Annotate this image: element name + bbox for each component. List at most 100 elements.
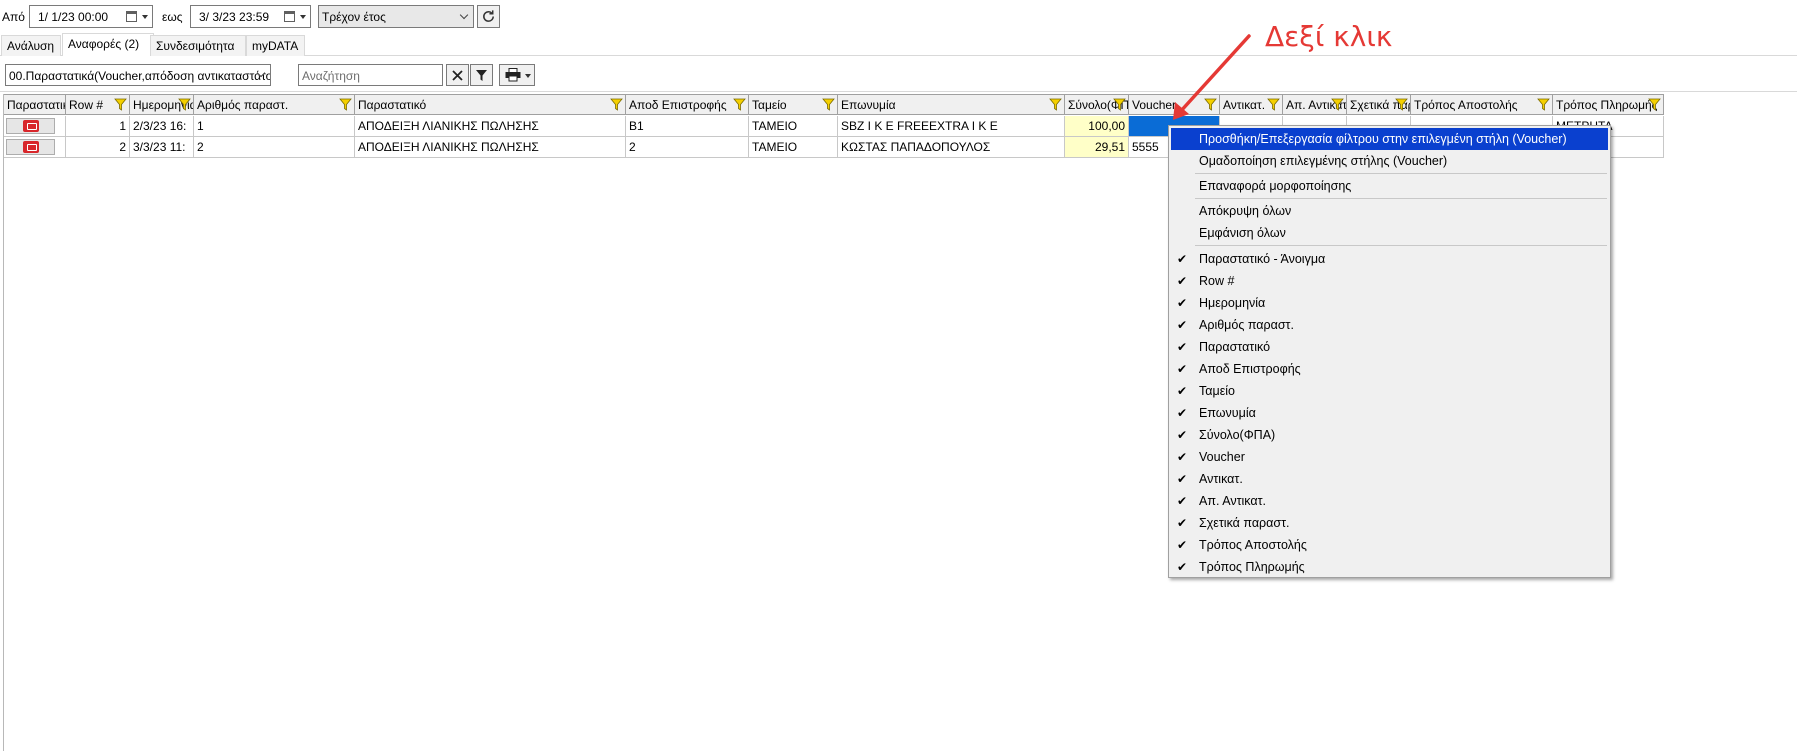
cell-name[interactable]: SBZ I K E FREEEXTRA I K E xyxy=(838,116,1065,137)
cell-document[interactable]: ΑΠΟΔΕΙΞΗ ΛΙΑΝΙΚΗΣ ΠΩΛΗΣΗΣ xyxy=(355,116,626,137)
menu-item-toggle-column[interactable]: ✔ Παραστατικό xyxy=(1171,336,1608,358)
filter-icon[interactable] xyxy=(178,98,191,111)
dropdown-arrow-icon[interactable] xyxy=(142,15,148,19)
column-header[interactable]: Επωνυμία xyxy=(838,94,1065,115)
dropdown-arrow-icon[interactable] xyxy=(300,15,306,19)
menu-item-toggle-column[interactable]: ✔ Επωνυμία xyxy=(1171,402,1608,424)
menu-item-toggle-column[interactable]: ✔ Ημερομηνία xyxy=(1171,292,1608,314)
check-icon: ✔ xyxy=(1177,472,1188,486)
from-date-picker[interactable]: 1/ 1/23 00:00 xyxy=(29,5,153,28)
column-header[interactable]: Voucher xyxy=(1129,94,1220,115)
menu-item-hide-all[interactable]: Απόκρυψη όλων xyxy=(1171,200,1608,222)
filter-button[interactable] xyxy=(470,64,493,86)
cell-cashier[interactable]: ΤΑΜΕΙΟ xyxy=(749,137,838,158)
column-header[interactable]: Αριθμός παραστ. xyxy=(194,94,355,115)
cell-date[interactable]: 2/3/23 16: xyxy=(130,116,194,137)
cell-total[interactable]: 100,00 xyxy=(1065,116,1129,137)
column-header[interactable]: Σύνολο(ΦΠΑ) xyxy=(1065,94,1129,115)
menu-item-toggle-column[interactable]: ✔ Αποδ Επιστροφής xyxy=(1171,358,1608,380)
menu-item-toggle-column[interactable]: ✔ Παραστατικό - Άνοιγμα xyxy=(1171,248,1608,270)
column-header[interactable]: Ημερομηνία xyxy=(130,94,194,115)
check-icon: ✔ xyxy=(1177,406,1188,420)
check-icon: ✔ xyxy=(1177,340,1188,354)
menu-item-toggle-column[interactable]: ✔ Αντικατ. xyxy=(1171,468,1608,490)
filter-icon[interactable] xyxy=(1049,98,1062,111)
column-header[interactable]: Παραστατικό - Άνοιγμα xyxy=(4,94,66,115)
column-header[interactable]: Ταμείο xyxy=(749,94,838,115)
column-header[interactable]: Απ. Αντικατ. xyxy=(1283,94,1347,115)
filter-icon[interactable] xyxy=(1331,98,1344,111)
column-header[interactable]: Παραστατικό xyxy=(355,94,626,115)
menu-item-toggle-column[interactable]: ✔ Row # xyxy=(1171,270,1608,292)
menu-item-group-column[interactable]: Ομαδοποίηση επιλεγμένης στήλης (Voucher) xyxy=(1171,150,1608,172)
cell-return[interactable]: Β1 xyxy=(626,116,749,137)
cell-doc-number[interactable]: 2 xyxy=(194,137,355,158)
menu-item-add-filter[interactable]: Προσθήκη/Επεξεργασία φίλτρου στην επιλεγ… xyxy=(1171,128,1608,150)
to-label: εως xyxy=(162,10,183,24)
filter-icon[interactable] xyxy=(1113,98,1126,111)
filter-icon[interactable] xyxy=(1204,98,1217,111)
menu-item-toggle-column[interactable]: ✔ Voucher xyxy=(1171,446,1608,468)
cell-return[interactable]: 2 xyxy=(626,137,749,158)
column-header[interactable]: Τρόπος Πληρωμής xyxy=(1553,94,1664,115)
menu-item-label: Row # xyxy=(1199,274,1235,288)
filter-icon[interactable] xyxy=(733,98,746,111)
filter-icon[interactable] xyxy=(1537,98,1550,111)
refresh-button[interactable] xyxy=(477,5,500,28)
filter-icon[interactable] xyxy=(822,98,835,111)
menu-item-label: Σχετικά παραστ. xyxy=(1199,516,1290,530)
menu-separator xyxy=(1195,198,1607,199)
cell-cashier[interactable]: ΤΑΜΕΙΟ xyxy=(749,116,838,137)
filter-icon[interactable] xyxy=(339,98,352,111)
calendar-icon[interactable] xyxy=(126,11,137,22)
filter-icon[interactable] xyxy=(1648,98,1661,111)
check-icon: ✔ xyxy=(1177,252,1188,266)
dropdown-arrow-icon[interactable] xyxy=(525,74,531,78)
menu-item-reset-format[interactable]: Επαναφορά μορφοποίησης xyxy=(1171,175,1608,197)
table-row xyxy=(4,116,66,137)
cell-document[interactable]: ΑΠΟΔΕΙΞΗ ΛΙΑΝΙΚΗΣ ΠΩΛΗΣΗΣ xyxy=(355,137,626,158)
open-document-button[interactable] xyxy=(6,139,55,155)
tab-reports[interactable]: Αναφορές (2) xyxy=(62,33,154,56)
calendar-icon[interactable] xyxy=(284,11,295,22)
filter-icon[interactable] xyxy=(1267,98,1280,111)
clear-search-button[interactable] xyxy=(446,64,469,86)
cell-row-number[interactable]: 2 xyxy=(66,137,130,158)
period-select[interactable]: Τρέχον έτος xyxy=(318,5,474,28)
filter-icon[interactable] xyxy=(1395,98,1408,111)
tab-analysis[interactable]: Ανάλυση xyxy=(1,35,61,56)
filter-icon[interactable] xyxy=(114,98,127,111)
column-header[interactable]: Αποδ Επιστροφής xyxy=(626,94,749,115)
refresh-icon xyxy=(483,10,494,22)
menu-item-toggle-column[interactable]: ✔ Τρόπος Πληρωμής xyxy=(1171,556,1608,578)
cell-doc-number[interactable]: 1 xyxy=(194,116,355,137)
menu-item-toggle-column[interactable]: ✔ Τρόπος Αποστολής xyxy=(1171,534,1608,556)
menu-item-toggle-column[interactable]: ✔ Σχετικά παραστ. xyxy=(1171,512,1608,534)
filter-icon xyxy=(476,69,487,81)
menu-separator xyxy=(1195,173,1607,174)
menu-item-toggle-column[interactable]: ✔ Αριθμός παραστ. xyxy=(1171,314,1608,336)
cell-total[interactable]: 29,51 xyxy=(1065,137,1129,158)
menu-item-toggle-column[interactable]: ✔ Απ. Αντικατ. xyxy=(1171,490,1608,512)
open-document-button[interactable] xyxy=(6,118,55,134)
from-label: Από xyxy=(2,10,25,24)
tab-mydata[interactable]: myDATA xyxy=(246,35,305,56)
to-date-picker[interactable]: 3/ 3/23 23:59 xyxy=(190,5,311,28)
column-header[interactable]: Row # xyxy=(66,94,130,115)
menu-item-label: Τρόπος Πληρωμής xyxy=(1199,560,1305,574)
cell-date[interactable]: 3/3/23 11: xyxy=(130,137,194,158)
search-input[interactable]: Αναζήτηση xyxy=(298,64,443,86)
filter-icon[interactable] xyxy=(610,98,623,111)
menu-item-toggle-column[interactable]: ✔ Σύνολο(ΦΠΑ) xyxy=(1171,424,1608,446)
menu-item-show-all[interactable]: Εμφάνιση όλων xyxy=(1171,222,1608,244)
tab-connectivity[interactable]: Συνδεσιμότητα xyxy=(150,35,246,56)
cell-name[interactable]: ΚΩΣΤΑΣ ΠΑΠΑΔΟΠΟΥΛΟΣ xyxy=(838,137,1065,158)
menu-item-toggle-column[interactable]: ✔ Ταμείο xyxy=(1171,380,1608,402)
close-icon xyxy=(452,69,463,81)
column-header[interactable]: Αντικατ. xyxy=(1220,94,1283,115)
column-header[interactable]: Σχετικά παραστ. xyxy=(1347,94,1411,115)
cell-row-number[interactable]: 1 xyxy=(66,116,130,137)
report-select[interactable]: 00.Παραστατικά(Voucher,απόδοση αντικατασ… xyxy=(5,64,271,86)
print-button[interactable] xyxy=(499,64,535,86)
column-header[interactable]: Τρόπος Αποστολής xyxy=(1411,94,1553,115)
